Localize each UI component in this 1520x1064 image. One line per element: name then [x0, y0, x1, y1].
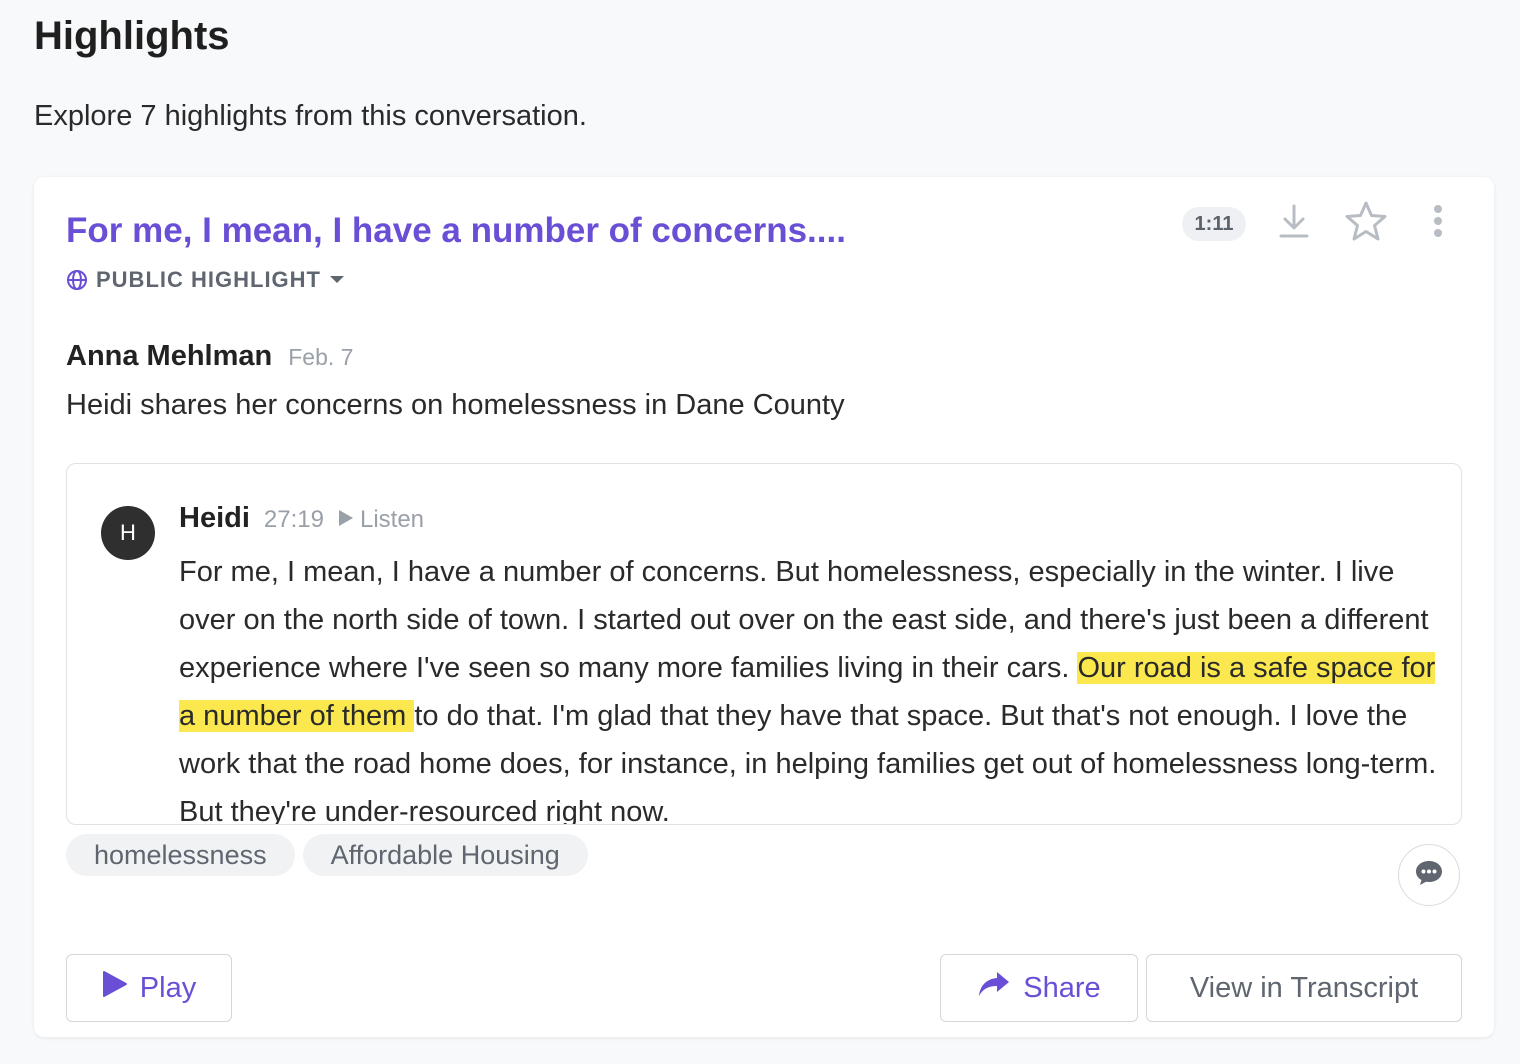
speaker-row: Heidi 27:19 Listen — [179, 502, 424, 535]
author-row: Anna Mehlman Feb. 7 — [66, 340, 353, 373]
highlight-card: For me, I mean, I have a number of conce… — [34, 177, 1494, 1037]
play-label: Play — [139, 971, 197, 1004]
speaker-name: Heidi — [179, 502, 250, 534]
tag-affordable-housing[interactable]: Affordable Housing — [302, 834, 588, 876]
share-button[interactable]: Share — [940, 954, 1138, 1022]
tag-homelessness[interactable]: homelessness — [66, 834, 295, 876]
author-name: Anna Mehlman — [66, 340, 273, 372]
comment-button[interactable] — [1398, 844, 1460, 906]
listen-label: Listen — [359, 506, 425, 533]
view-in-transcript-button[interactable]: View in Transcript — [1146, 954, 1462, 1022]
visibility-dropdown[interactable]: PUBLIC HIGHLIGHT — [66, 267, 345, 293]
share-label: Share — [1023, 971, 1101, 1004]
star-icon[interactable] — [1344, 199, 1388, 243]
speaker-timestamp: 27:19 — [263, 506, 324, 533]
play-small-icon — [338, 506, 354, 534]
more-vertical-icon[interactable] — [1416, 199, 1460, 243]
tag-list: homelessness Affordable Housing — [66, 834, 588, 876]
comment-icon — [1414, 859, 1444, 892]
play-icon — [102, 970, 128, 1006]
highlight-title[interactable]: For me, I mean, I have a number of conce… — [66, 211, 846, 251]
caret-down-icon — [329, 275, 345, 285]
download-icon[interactable] — [1272, 199, 1316, 243]
share-arrow-icon — [977, 970, 1011, 1006]
duration-badge: 1:11 — [1182, 207, 1246, 241]
avatar: H — [101, 506, 155, 560]
quote-text: For me, I mean, I have a number of conce… — [179, 548, 1439, 824]
play-button[interactable]: Play — [66, 954, 232, 1022]
page-subtitle: Explore 7 highlights from this conversat… — [34, 100, 587, 132]
page-title: Highlights — [34, 14, 230, 58]
author-date: Feb. 7 — [288, 344, 354, 370]
globe-icon — [66, 269, 88, 291]
visibility-label: PUBLIC HIGHLIGHT — [96, 267, 321, 292]
transcript-label: View in Transcript — [1189, 971, 1419, 1004]
highlight-description: Heidi shares her concerns on homelessnes… — [66, 389, 845, 421]
quote-box[interactable]: H Heidi 27:19 Listen For me, I mean, I h… — [66, 463, 1462, 825]
listen-button[interactable]: Listen — [338, 506, 424, 534]
